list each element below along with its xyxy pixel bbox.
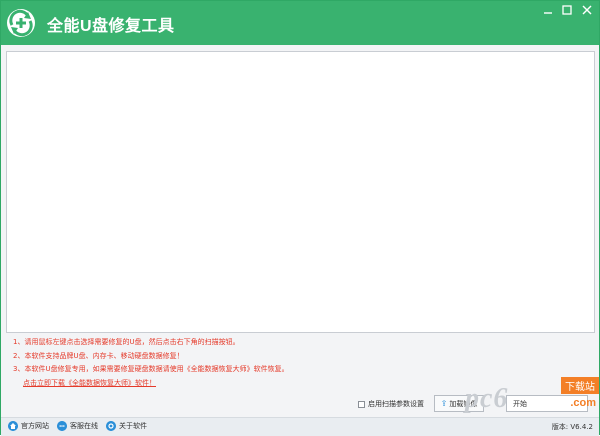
instruction-line-1: 1、请用鼠标左键点击选择需要修复的U盘，然后点击右下角的扫描按钮。 — [13, 338, 240, 346]
app-logo-icon — [7, 9, 35, 37]
instruction-line-3: 3、本软件U盘修复专用，如果需要修复硬盘数据请使用《全能数据恢复大师》软件恢复。 — [13, 365, 289, 373]
close-icon[interactable] — [580, 3, 594, 17]
gear-icon — [106, 421, 116, 431]
status-bar: 官方网站 客服在线 关于软件 版本: V6.4.2 — [1, 417, 599, 436]
instruction-line-2: 2、本软件支持品牌U盘、内存卡、移动硬盘数据修复！ — [13, 351, 184, 360]
scan-params-checkbox[interactable] — [358, 400, 365, 408]
home-icon — [8, 421, 18, 431]
start-scan-button[interactable]: 开始 — [506, 395, 588, 412]
official-site-link[interactable]: 官方网站 — [8, 421, 49, 431]
watermark-badge: 下载站 — [561, 377, 599, 394]
version-label: 版本: V6.4.2 — [551, 423, 593, 431]
title-bar: 全能U盘修复工具 — [1, 1, 599, 45]
customer-service-link[interactable]: 客服在线 — [57, 421, 98, 431]
scan-params-option[interactable]: 启用扫描参数设置 — [358, 399, 424, 409]
maximize-icon[interactable] — [560, 3, 574, 17]
chat-icon — [57, 421, 67, 431]
about-label: 关于软件 — [119, 422, 147, 430]
start-scan-label: 开始 — [513, 399, 527, 408]
customer-service-label: 客服在线 — [70, 422, 98, 430]
load-image-button[interactable]: ⇪ 加载镜像 — [434, 395, 484, 412]
minimize-icon[interactable] — [541, 3, 555, 17]
download-link[interactable]: 点击立即下载《全能数据恢复大师》软件！ — [23, 377, 156, 391]
upload-icon: ⇪ — [440, 399, 448, 408]
instructions: 1、请用鼠标左键点击选择需要修复的U盘，然后点击右下角的扫描按钮。 2、本软件支… — [13, 336, 513, 390]
app-title: 全能U盘修复工具 — [47, 18, 175, 35]
official-site-label: 官方网站 — [21, 422, 49, 430]
load-image-label: 加载镜像 — [449, 399, 478, 408]
app-window: 全能U盘修复工具 1、请用鼠标左键点击选择需要修复的U盘，然后点击右下角的扫描按… — [0, 0, 600, 436]
drive-list-panel[interactable] — [6, 51, 595, 333]
about-link[interactable]: 关于软件 — [106, 421, 147, 431]
scan-params-label: 启用扫描参数设置 — [368, 400, 424, 408]
